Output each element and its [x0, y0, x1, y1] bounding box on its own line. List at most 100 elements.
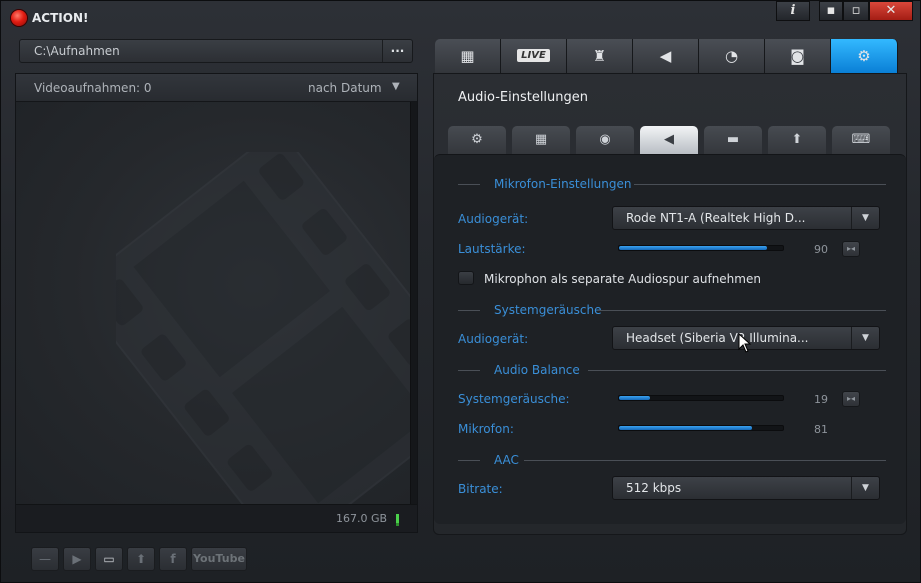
tab-video[interactable]: ▦	[435, 39, 501, 73]
film-icon: ▦	[534, 132, 548, 147]
free-disk-space: 167.0 GB	[336, 512, 388, 525]
section-title: Systemgeräusche	[494, 303, 602, 317]
maximize-button[interactable]: ▫	[843, 1, 869, 21]
divider	[598, 310, 886, 311]
subtab-upload[interactable]: ⬆	[768, 126, 826, 154]
balance-mic-slider[interactable]	[618, 425, 784, 431]
section-title: AAC	[494, 453, 519, 467]
subtab-video[interactable]: ▦	[512, 126, 570, 154]
mic-volume-value: 90	[814, 243, 828, 256]
upload-button[interactable]: ⬆	[127, 547, 155, 571]
film-icon: ▦	[460, 47, 475, 65]
video-list[interactable]	[16, 102, 412, 506]
tab-screenshot[interactable]: ◙	[765, 39, 831, 73]
section-title: Mikrofon-Einstellungen	[494, 177, 632, 191]
mic-mute-button[interactable]: ▸◂	[842, 241, 860, 257]
titlebar: ACTION! i ▪ ▫ ✕	[1, 1, 920, 33]
settings-panel: Audio-Einstellungen ⚙ ▦ ◉ ◀ ▬ ⬆ ⌨ Mikrof…	[433, 73, 907, 535]
video-list-header: Videoaufnahmen: 0 nach Datum ▼	[16, 74, 417, 102]
aac-section-header: AAC	[458, 453, 886, 467]
system-section-header: Systemgeräusche	[458, 303, 886, 317]
divider	[458, 370, 480, 371]
balance-section-header: Audio Balance	[458, 363, 886, 377]
tab-settings[interactable]: ⚙	[831, 39, 898, 73]
separate-track-label: Mikrophon als separate Audiospur aufnehm…	[484, 272, 761, 286]
audio-settings-area: Mikrofon-Einstellungen Audiogerät: Rode …	[434, 154, 906, 524]
divider	[634, 184, 886, 185]
tab-gameplay[interactable]: ♜	[567, 39, 633, 73]
disk-status-indicator	[396, 514, 399, 523]
app-window: ACTION! i ▪ ▫ ✕ C:\Aufnahmen ... Videoau…	[0, 0, 921, 583]
gear-icon: ⚙	[471, 132, 483, 147]
controller-icon: ♜	[592, 47, 607, 65]
system-device-value: Headset (Siberia V2 Illumina...	[626, 331, 809, 345]
live-icon: LIVE	[517, 49, 550, 62]
info-button[interactable]: i	[776, 1, 810, 21]
subtab-webcam[interactable]: ◉	[576, 126, 634, 154]
chevron-down-icon[interactable]: ▼	[851, 477, 879, 499]
youtube-button[interactable]: YouTube	[191, 547, 247, 571]
divider	[458, 460, 480, 461]
gear-icon: ⚙	[857, 47, 871, 65]
balance-mic-value: 81	[814, 423, 828, 436]
play-button[interactable]: ▶	[63, 547, 91, 571]
app-title: ACTION!	[32, 11, 89, 25]
speaker-icon: ◀	[664, 132, 674, 147]
mic-volume-label: Lautstärke:	[458, 242, 526, 256]
slider-fill	[619, 426, 752, 430]
keyboard-icon: ⌨	[851, 132, 871, 147]
camera-icon: ◙	[790, 47, 805, 65]
subtab-general[interactable]: ⚙	[448, 126, 506, 154]
tab-benchmark[interactable]: ◔	[699, 39, 765, 73]
chevron-down-icon[interactable]: ▼	[851, 327, 879, 349]
mic-device-dropdown[interactable]: Rode NT1-A (Realtek High D... ▼	[612, 206, 880, 230]
divider	[588, 370, 886, 371]
balance-system-label: Systemgeräusche:	[458, 392, 570, 406]
stopwatch-icon: ◔	[724, 47, 739, 65]
monitor-icon: ▬	[726, 132, 740, 147]
balance-system-slider[interactable]	[618, 395, 784, 401]
system-device-label: Audiogerät:	[458, 332, 529, 346]
mic-device-label: Audiogerät:	[458, 212, 529, 226]
subtab-hotkeys[interactable]: ⌨	[832, 126, 890, 154]
video-count: Videoaufnahmen: 0	[34, 81, 152, 95]
tab-audio[interactable]: ◀	[633, 39, 699, 73]
bitrate-value: 512 kbps	[626, 481, 682, 495]
slider-fill	[619, 396, 651, 400]
recording-path-field[interactable]: C:\Aufnahmen ...	[19, 39, 413, 63]
upload-icon: ⬆	[791, 132, 803, 147]
subtab-audio[interactable]: ◀	[640, 126, 698, 154]
balance-system-value: 19	[814, 393, 828, 406]
webcam-icon: ◉	[599, 132, 611, 147]
open-folder-button[interactable]: ▭	[95, 547, 123, 571]
video-list-panel: Videoaufnahmen: 0 nach Datum ▼ 167.0 GB	[15, 73, 418, 533]
browse-button[interactable]: ...	[382, 40, 412, 62]
divider	[458, 310, 480, 311]
separate-track-checkbox[interactable]	[458, 271, 474, 285]
minimize-button[interactable]: ▪	[819, 1, 843, 21]
section-title: Audio Balance	[494, 363, 580, 377]
divider	[524, 460, 886, 461]
sort-dropdown[interactable]: nach Datum	[308, 81, 382, 95]
panel-title: Audio-Einstellungen	[458, 90, 589, 105]
close-button[interactable]: ✕	[869, 1, 913, 21]
chevron-down-icon[interactable]: ▼	[392, 81, 400, 92]
balance-mute-button[interactable]: ▸◂	[842, 391, 860, 407]
divider	[458, 184, 480, 185]
recording-path: C:\Aufnahmen	[34, 44, 120, 58]
video-list-footer: 167.0 GB	[16, 504, 417, 532]
subtab-display[interactable]: ▬	[704, 126, 762, 154]
bitrate-dropdown[interactable]: 512 kbps ▼	[612, 476, 880, 500]
facebook-button[interactable]: f	[159, 547, 187, 571]
mic-volume-slider[interactable]	[618, 245, 784, 251]
video-list-scrollbar[interactable]	[410, 102, 417, 506]
delete-button[interactable]: —	[31, 547, 59, 571]
chevron-down-icon[interactable]: ▼	[851, 207, 879, 229]
mouse-cursor-icon	[738, 333, 752, 353]
speaker-icon: ◀	[659, 47, 672, 65]
slider-fill	[619, 246, 767, 250]
tab-live[interactable]: LIVE	[501, 39, 567, 73]
settings-subtab-bar: ⚙ ▦ ◉ ◀ ▬ ⬆ ⌨	[448, 126, 898, 154]
record-logo-icon	[11, 10, 27, 26]
bitrate-label: Bitrate:	[458, 482, 503, 496]
